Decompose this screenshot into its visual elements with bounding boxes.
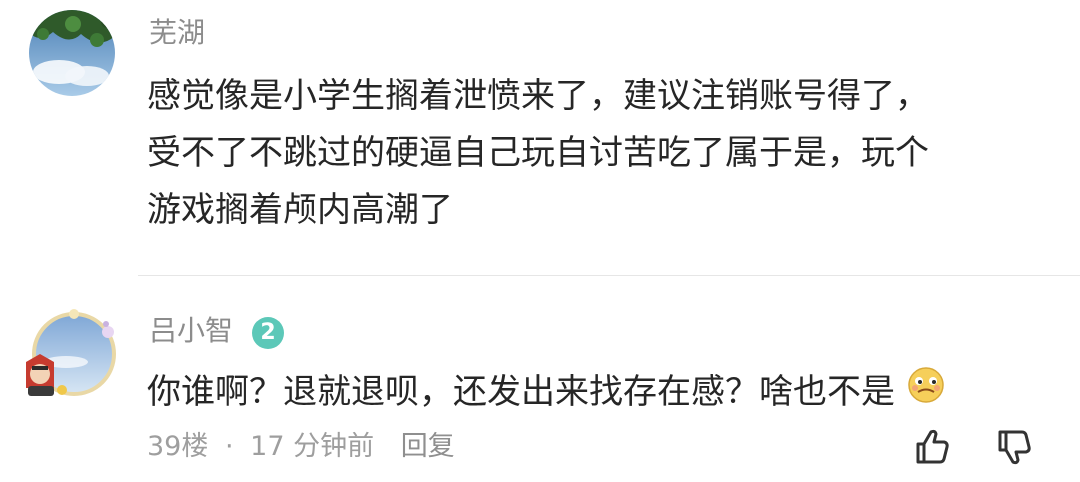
reply-button[interactable]: 回复 — [401, 431, 455, 462]
floor-number: 39楼 — [147, 431, 209, 462]
smirk-emoji-icon — [906, 365, 946, 423]
comment-item: 芜湖 感觉像是小学生搁着泄愤来了，建议注销账号得了， 受不了不跳过的硬逼自己玩自… — [0, 0, 1080, 275]
level-badge: 2 — [252, 317, 284, 349]
comment-time: 17 分钟前 — [250, 431, 375, 462]
comment-text-line: 受不了不跳过的硬逼自己玩自讨苦吃了属于是，玩个 — [147, 133, 929, 173]
avatar-frame-image — [26, 309, 116, 396]
comment-text-line: 感觉像是小学生搁着泄愤来了，建议注销账号得了， — [147, 76, 929, 116]
avatar-image — [29, 10, 115, 96]
comment-meta: 39楼 · 17 分钟前 回复 — [147, 430, 463, 464]
comment-item: 吕小智 2 你谁啊？退就退呗，还发出来找存在感？啥也不是 39楼 · 17 分钟… — [0, 276, 1080, 482]
thumbs-up-icon[interactable] — [912, 426, 952, 466]
comment-username[interactable]: 芜湖 — [149, 16, 205, 50]
avatar[interactable] — [22, 306, 120, 404]
comment-username[interactable]: 吕小智 — [149, 314, 233, 348]
meta-separator: · — [224, 431, 234, 462]
comment-text-line: 游戏搁着颅内高潮了 — [147, 190, 453, 230]
comment-text-content: 你谁啊？退就退呗，还发出来找存在感？啥也不是 — [147, 372, 895, 412]
comment-text: 你谁啊？退就退呗，还发出来找存在感？啥也不是 — [147, 364, 946, 423]
avatar[interactable] — [29, 10, 115, 96]
thumbs-down-icon[interactable] — [994, 428, 1034, 468]
